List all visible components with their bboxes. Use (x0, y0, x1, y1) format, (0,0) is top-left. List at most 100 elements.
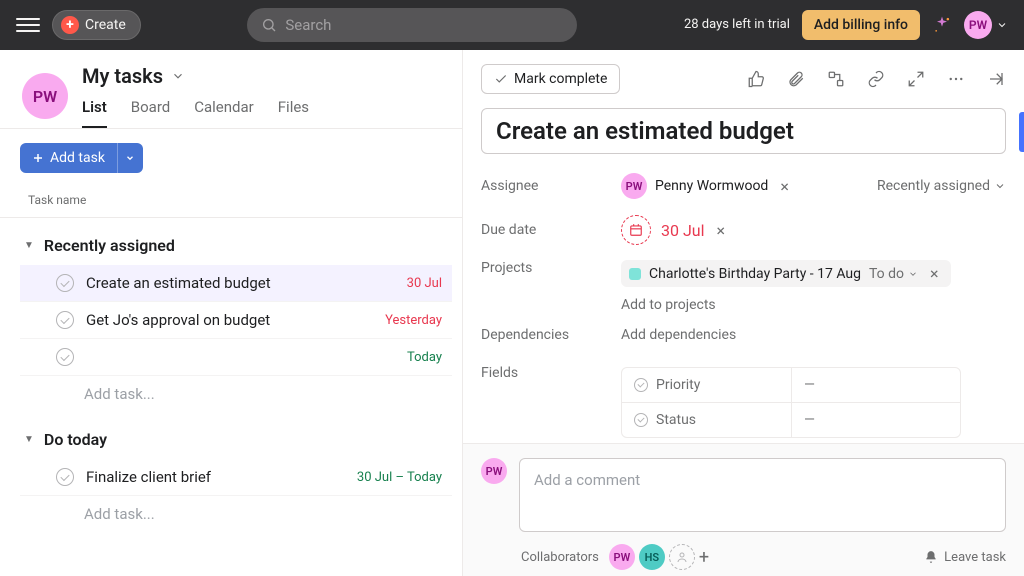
task-row[interactable]: Today (20, 339, 452, 376)
project-chip[interactable]: Charlotte's Birthday Party - 17 Aug To d… (621, 260, 951, 287)
close-panel-icon[interactable] (986, 69, 1006, 89)
task-name: Get Jo's approval on budget (86, 311, 373, 329)
add-dependencies-button[interactable]: Add dependencies (621, 327, 736, 343)
collaborator-avatar[interactable]: PW (609, 544, 635, 570)
collaborators-label: Collaborators (521, 550, 599, 565)
chevron-down-icon (125, 153, 135, 163)
fields-label: Fields (481, 365, 621, 381)
due-label: Due date (481, 222, 621, 238)
leave-label: Leave task (944, 550, 1006, 565)
task-row[interactable]: Create an estimated budget 30 Jul (20, 265, 452, 302)
due-date: 30 Jul (407, 276, 442, 291)
due-date: Yesterday (385, 313, 442, 328)
chevron-down-icon (994, 180, 1006, 192)
add-collaborator-button[interactable]: + (699, 547, 709, 568)
more-icon[interactable] (946, 69, 966, 89)
field-row[interactable]: Status — (622, 403, 960, 437)
chevron-down-icon (996, 19, 1008, 31)
topbar: + Create Search 28 days left in trial Ad… (0, 0, 1024, 50)
field-value[interactable]: — (792, 403, 827, 437)
tab-files[interactable]: Files (278, 98, 309, 128)
mark-complete-label: Mark complete (514, 71, 607, 87)
chevron-down-icon[interactable] (171, 69, 185, 83)
assignee-label: Assignee (481, 178, 621, 194)
subtask-icon[interactable] (826, 69, 846, 89)
due-date-value: 30 Jul (661, 221, 705, 240)
comment-avatar: PW (481, 458, 507, 484)
tab-board[interactable]: Board (131, 98, 170, 128)
recently-label: Recently assigned (877, 178, 990, 194)
complete-checkbox[interactable] (56, 468, 74, 486)
assignee-avatar: PW (621, 173, 647, 199)
leave-task-button[interactable]: Leave task (924, 550, 1006, 565)
task-title: Create an estimated budget (496, 117, 991, 145)
due-date: Today (407, 350, 442, 365)
comment-section: PW Add a comment Collaborators PW HS + L… (463, 443, 1024, 576)
column-header: Task name (0, 187, 462, 218)
create-label: Create (85, 17, 126, 33)
trial-text: 28 days left in trial (684, 17, 790, 33)
complete-checkbox[interactable] (56, 348, 74, 366)
section-header[interactable]: ▼ Recently assigned (20, 232, 452, 265)
calendar-icon (621, 215, 651, 245)
remove-project-icon[interactable]: × (926, 264, 943, 283)
triangle-down-icon: ▼ (24, 434, 34, 445)
expand-icon[interactable] (906, 69, 926, 89)
add-collaborator-placeholder-icon[interactable] (669, 544, 695, 570)
project-name: Charlotte's Birthday Party - 17 Aug (649, 266, 861, 282)
plus-icon (32, 152, 44, 164)
add-task-inline[interactable]: Add task... (20, 376, 452, 412)
add-task-inline[interactable]: Add task... (20, 496, 452, 532)
user-menu[interactable]: PW (964, 11, 1008, 39)
field-value[interactable]: — (792, 368, 827, 402)
attachment-icon[interactable] (786, 69, 806, 89)
hamburger-icon[interactable] (16, 18, 40, 32)
due-date-button[interactable]: 30 Jul (621, 215, 705, 245)
sparkle-icon[interactable] (932, 15, 952, 35)
task-row[interactable]: Get Jo's approval on budget Yesterday (20, 302, 452, 339)
like-icon[interactable] (746, 69, 766, 89)
task-name: Finalize client brief (86, 468, 345, 486)
section-name: Do today (44, 430, 107, 449)
add-task-button[interactable]: Add task (20, 143, 117, 173)
complete-checkbox[interactable] (56, 311, 74, 329)
tab-list[interactable]: List (82, 98, 107, 128)
field-type-icon (634, 378, 648, 392)
triangle-down-icon: ▼ (24, 240, 34, 251)
collaborator-avatar[interactable]: HS (639, 544, 665, 570)
task-row[interactable]: Finalize client brief 30 Jul – Today (20, 459, 452, 496)
field-type-icon (634, 413, 648, 427)
add-task-label: Add task (50, 150, 105, 166)
task-title-input[interactable]: Create an estimated budget (481, 108, 1006, 154)
create-button[interactable]: + Create (52, 10, 141, 40)
project-status-dropdown[interactable]: To do (869, 266, 918, 282)
remove-date-icon[interactable]: × (713, 221, 730, 240)
search-input[interactable]: Search (247, 8, 577, 42)
search-icon (261, 17, 277, 33)
project-color-icon (629, 268, 641, 280)
page-title: My tasks (82, 64, 163, 88)
remove-assignee-icon[interactable]: × (776, 177, 793, 196)
search-placeholder: Search (285, 16, 331, 34)
field-row[interactable]: Priority — (622, 368, 960, 403)
link-icon[interactable] (866, 69, 886, 89)
add-billing-button[interactable]: Add billing info (802, 10, 920, 40)
projects-label: Projects (481, 260, 621, 276)
custom-fields-grid: Priority — Status — (621, 367, 961, 438)
tabs: List Board Calendar Files (82, 98, 442, 128)
section-name: Recently assigned (44, 236, 175, 255)
comment-input[interactable]: Add a comment (519, 458, 1006, 532)
scroll-indicator (1019, 112, 1024, 152)
tab-calendar[interactable]: Calendar (194, 98, 254, 128)
task-name: Create an estimated budget (86, 274, 395, 292)
dependencies-label: Dependencies (481, 327, 621, 343)
mark-complete-button[interactable]: Mark complete (481, 64, 620, 94)
field-label: Priority (656, 377, 700, 393)
section-header[interactable]: ▼ Do today (20, 426, 452, 459)
add-task-dropdown[interactable] (117, 143, 143, 173)
add-to-projects-button[interactable]: Add to projects (621, 297, 716, 313)
chevron-down-icon (908, 269, 918, 279)
complete-checkbox[interactable] (56, 274, 74, 292)
assignee-name[interactable]: Penny Wormwood (655, 178, 768, 194)
recently-assigned-dropdown[interactable]: Recently assigned (877, 178, 1006, 194)
